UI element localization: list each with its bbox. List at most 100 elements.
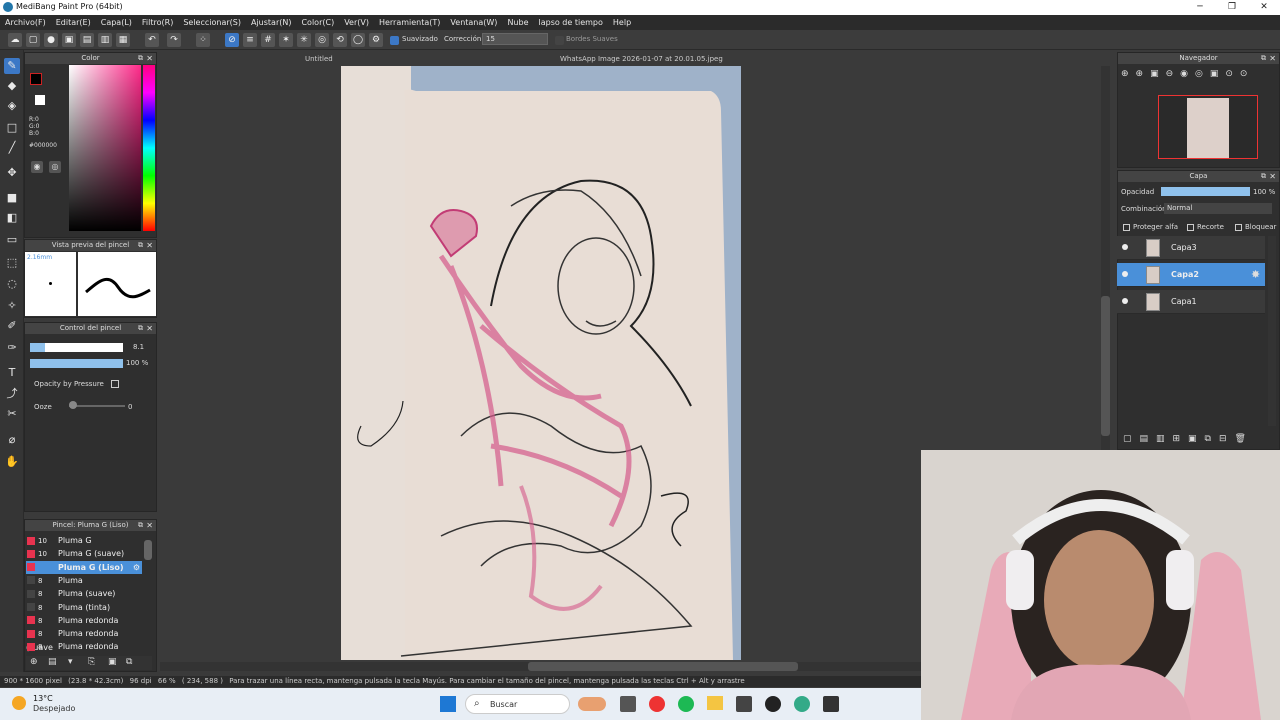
windows-start-icon[interactable] xyxy=(440,696,456,712)
new-file-icon[interactable]: ▢ xyxy=(26,33,40,47)
snap-settings-icon[interactable]: ⚙ xyxy=(369,33,383,47)
brush-list-item[interactable]: 8 Pluma (suave) xyxy=(26,587,142,600)
save-icon[interactable]: ▣ xyxy=(62,33,76,47)
close-icon[interactable]: ✕ xyxy=(146,520,153,531)
search-highlight-icon[interactable] xyxy=(578,697,606,711)
shape-tool-icon[interactable]: □ xyxy=(4,120,20,136)
color-history-icon[interactable]: ◎ xyxy=(49,161,61,173)
brush-menu-icon[interactable]: ▾ xyxy=(68,657,73,667)
brush-list-item[interactable]: 8Pluma redonda (Liso) xyxy=(26,640,142,665)
popout-icon[interactable]: ⧉ xyxy=(138,323,143,334)
close-icon[interactable]: ✕ xyxy=(1269,171,1276,182)
close-window-button[interactable]: ✕ xyxy=(1248,0,1280,15)
magic-wand-icon[interactable]: ✧ xyxy=(4,298,20,314)
maximize-button[interactable]: ❐ xyxy=(1216,0,1248,15)
brush-list-scrollbar[interactable] xyxy=(144,540,152,560)
brush-size-slider[interactable] xyxy=(30,343,123,352)
weather-desc[interactable]: Despejado xyxy=(33,704,75,713)
ooze-slider-track[interactable] xyxy=(69,405,125,407)
snap-ellipse-icon[interactable]: ◯ xyxy=(351,33,365,47)
popout-icon[interactable]: ⧉ xyxy=(138,240,143,251)
menu-editar[interactable]: Editar(E) xyxy=(51,15,96,30)
palette-icon[interactable]: ◉ xyxy=(31,161,43,173)
ooze-slider-handle[interactable] xyxy=(69,401,77,409)
weather-sun-icon[interactable] xyxy=(12,696,26,710)
layer-opacity-slider[interactable] xyxy=(1161,187,1250,196)
lasso-tool-icon[interactable]: ◌ xyxy=(4,276,20,292)
close-icon[interactable]: ✕ xyxy=(146,240,153,251)
fill-rect-tool-icon[interactable]: ■ xyxy=(4,190,20,206)
undo-icon[interactable]: ↶ xyxy=(145,33,159,47)
store-icon[interactable] xyxy=(736,696,752,712)
brush-list-item[interactable]: 10 Pluma G (suave) xyxy=(26,547,142,560)
dot-tool-icon[interactable]: ◈ xyxy=(4,98,20,114)
brush-folder-icon[interactable]: ▤ xyxy=(48,657,57,667)
close-icon[interactable]: ✕ xyxy=(146,323,153,334)
color-sv-square[interactable] xyxy=(69,65,141,231)
visibility-eye-icon[interactable] xyxy=(1122,271,1128,277)
menu-seleccionar[interactable]: Seleccionar(S) xyxy=(178,15,246,30)
visibility-eye-icon[interactable] xyxy=(1122,298,1128,304)
menu-herramienta[interactable]: Herramienta(T) xyxy=(374,15,445,30)
spotify-icon[interactable] xyxy=(678,696,694,712)
primary-color-swatch[interactable] xyxy=(30,73,42,85)
operation-tool-icon[interactable]: ⤴ xyxy=(4,386,20,402)
snap-cross-icon[interactable]: ✳ xyxy=(297,33,311,47)
menu-color[interactable]: Color(C) xyxy=(296,15,339,30)
brush-import-icon[interactable]: ▣ xyxy=(108,657,117,667)
doc-tab-untitled[interactable]: Untitled xyxy=(305,55,333,63)
grid-icon[interactable]: ▦ xyxy=(116,33,130,47)
file-explorer-icon[interactable] xyxy=(707,696,723,710)
page-icon[interactable]: ▤ xyxy=(80,33,94,47)
brush-settings-icon[interactable]: ⚙ xyxy=(133,561,140,574)
select-tool-icon[interactable]: ⬚ xyxy=(4,255,20,271)
layer-scrollbar[interactable] xyxy=(1268,236,1276,426)
frame-icon[interactable]: ▥ xyxy=(98,33,112,47)
menu-filtro[interactable]: Filtro(R) xyxy=(137,15,178,30)
menu-help[interactable]: Help xyxy=(608,15,636,30)
select-pen-icon[interactable]: ✐ xyxy=(4,318,20,334)
visibility-eye-icon[interactable] xyxy=(1122,244,1128,250)
layer-toolbar[interactable]: ▢▤▥⊞▣⧉⊟🗑 xyxy=(1117,434,1280,448)
brush-list-item[interactable]: 8 Pluma redonda xyxy=(26,614,142,627)
brush-opacity-slider[interactable] xyxy=(30,359,123,368)
brush-list-item[interactable]: 8 Pluma redonda (suave xyxy=(26,627,142,652)
opacity-pressure-checkbox[interactable] xyxy=(111,380,119,388)
blend-mode-select[interactable]: Normal xyxy=(1164,203,1272,214)
doc-tab-image[interactable]: WhatsApp Image 2026-01-07 at 20.01.05.jp… xyxy=(560,55,723,63)
clip-checkbox[interactable] xyxy=(1187,224,1194,231)
close-icon[interactable]: ✕ xyxy=(146,53,153,64)
layer-row[interactable]: Capa1 xyxy=(1117,290,1265,314)
snap-parallel-icon[interactable]: ≡ xyxy=(243,33,257,47)
layer-settings-icon[interactable]: ✸ xyxy=(1251,268,1260,281)
brush-copy-icon[interactable]: ⎘ xyxy=(88,657,95,667)
layer-row[interactable]: Capa2 ✸ xyxy=(1117,263,1265,287)
brush-list-item[interactable]: 8 Pluma (tinta) xyxy=(26,601,142,614)
chrome-icon[interactable] xyxy=(649,696,665,712)
medibang-taskbar-icon[interactable] xyxy=(823,696,839,712)
menu-ajustar[interactable]: Ajustar(N) xyxy=(246,15,297,30)
taskbar-search[interactable]: ⌕ Buscar xyxy=(465,694,570,714)
gradient-tool-icon[interactable]: ▭ xyxy=(4,232,20,248)
select-eraser-icon[interactable]: ✑ xyxy=(4,340,20,356)
move-tool-icon[interactable]: ✥ xyxy=(4,165,20,181)
text-tool-icon[interactable]: T xyxy=(4,365,20,381)
navigator-view-rect[interactable] xyxy=(1158,95,1258,159)
line-tool-icon[interactable]: ╱ xyxy=(4,140,20,156)
cloud-icon[interactable]: ☁ xyxy=(8,33,22,47)
popout-icon[interactable]: ⧉ xyxy=(138,53,143,64)
snap-radial-icon[interactable]: ✶ xyxy=(279,33,293,47)
close-icon[interactable]: ✕ xyxy=(1269,53,1276,64)
bucket-tool-icon[interactable]: ◧ xyxy=(4,210,20,226)
chrome-2-icon[interactable] xyxy=(794,696,810,712)
add-brush-icon[interactable]: ⊕ xyxy=(30,657,38,667)
protect-alpha-checkbox[interactable] xyxy=(1123,224,1130,231)
popout-icon[interactable]: ⧉ xyxy=(1261,53,1266,64)
weather-temp[interactable]: 13°C xyxy=(33,694,53,703)
obs-icon[interactable] xyxy=(765,696,781,712)
snap-off-icon[interactable]: ⊘ xyxy=(225,33,239,47)
soft-edges-checkbox[interactable] xyxy=(555,36,564,45)
eraser-tool-icon[interactable]: ◆ xyxy=(4,78,20,94)
divide-tool-icon[interactable]: ✂ xyxy=(4,406,20,422)
popout-icon[interactable]: ⧉ xyxy=(138,520,143,531)
